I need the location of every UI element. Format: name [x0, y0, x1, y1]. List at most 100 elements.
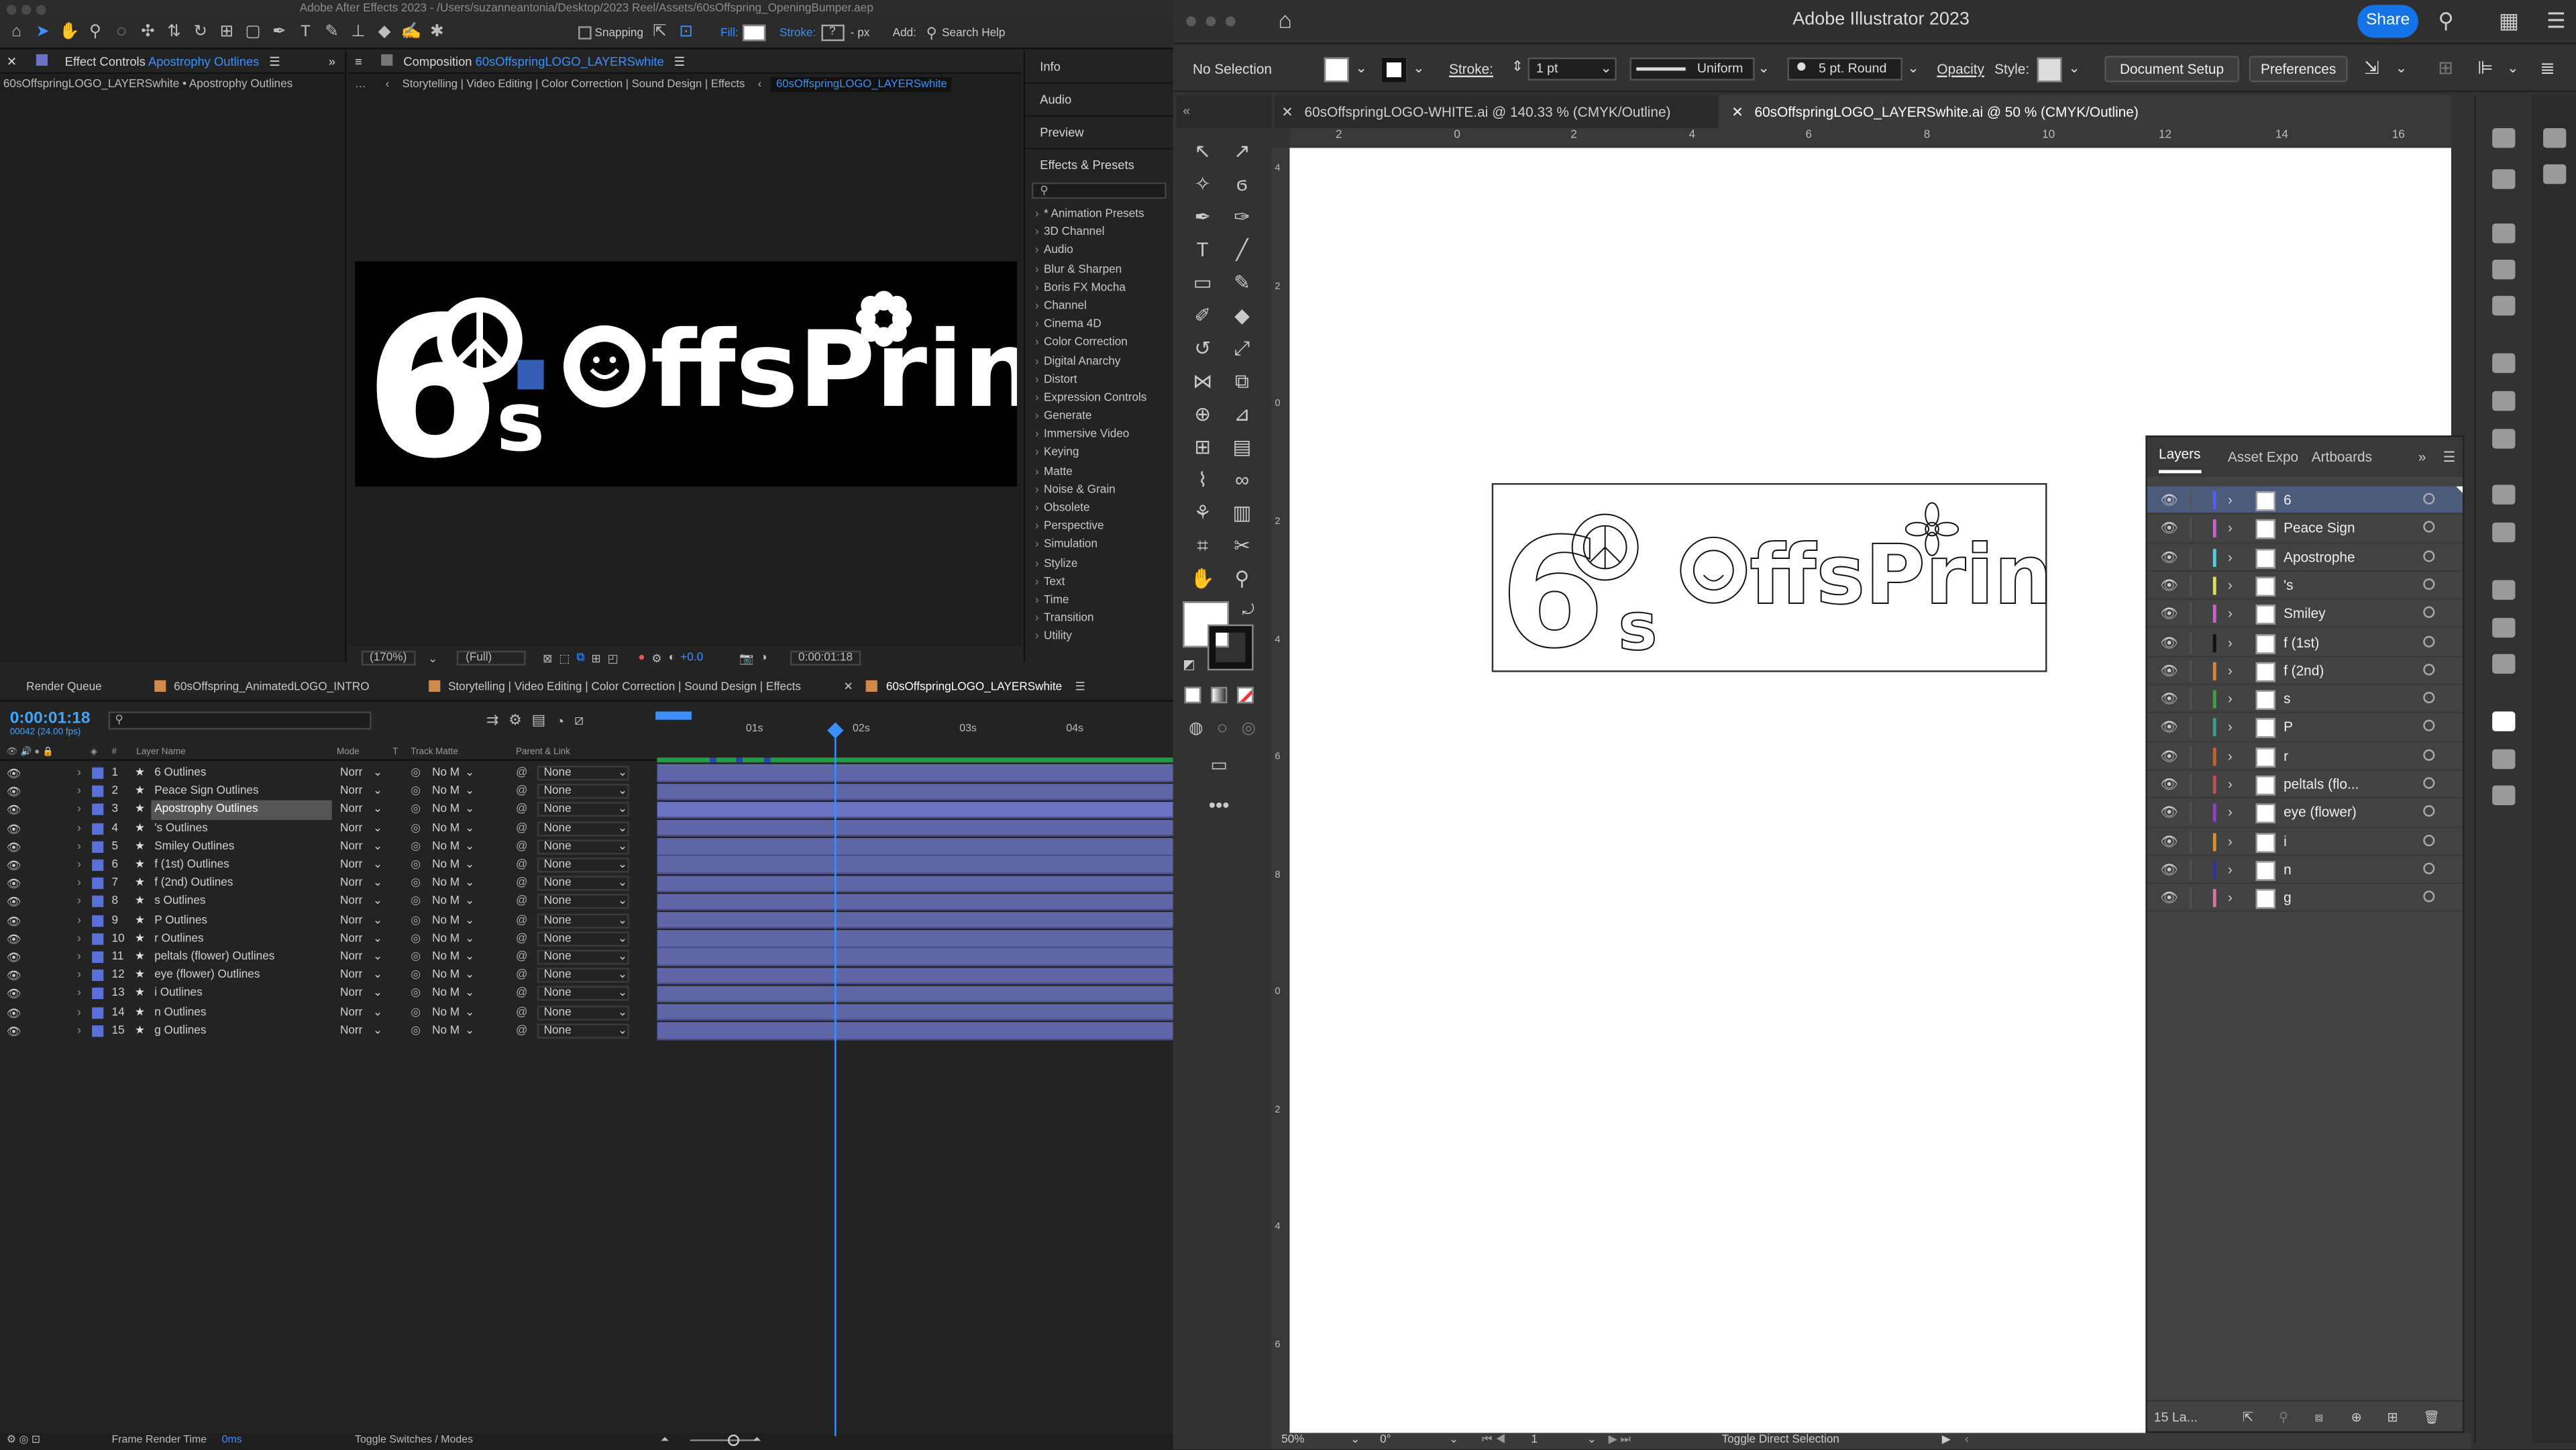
- blend-mode-select[interactable]: Norr: [340, 1003, 362, 1021]
- ai-layer-row[interactable]: 👁 › i: [2147, 827, 2463, 856]
- parent-select[interactable]: None: [537, 876, 629, 891]
- label-color-chip[interactable]: [92, 804, 104, 816]
- make-clipping-mask-icon[interactable]: ⧈: [2315, 1402, 2323, 1435]
- status-icons[interactable]: ⚙ ◎ ⊡: [7, 1433, 40, 1449]
- effect-category[interactable]: › Distort: [1025, 371, 1173, 389]
- home-icon[interactable]: ⌂: [7, 23, 26, 42]
- ai-zoom-dot[interactable]: [1225, 16, 1236, 27]
- layer-name[interactable]: 6 Outlines: [151, 764, 209, 782]
- ai-layer-row[interactable]: 👁 › f (2nd): [2147, 657, 2463, 686]
- timeline-search-input[interactable]: ⚲: [108, 711, 372, 730]
- parent-dropdown-icon[interactable]: ⌄: [618, 1022, 627, 1040]
- arrange-documents-icon[interactable]: ☰: [2546, 8, 2566, 34]
- comp-panel-menu-icon[interactable]: ≡: [355, 54, 362, 69]
- symbols-icon[interactable]: [2492, 295, 2516, 316]
- preserve-transparency-icon[interactable]: ◎: [411, 1022, 421, 1040]
- paintbrush-tool-icon[interactable]: ✎: [1229, 270, 1255, 296]
- target-circle-icon[interactable]: [2423, 550, 2435, 562]
- panel-effects-presets[interactable]: Effects & Presets: [1025, 150, 1173, 183]
- effect-category[interactable]: › Obsolete: [1025, 499, 1173, 517]
- chevron-right-icon[interactable]: ›: [2228, 884, 2233, 913]
- layer-name[interactable]: n Outlines: [151, 1003, 209, 1021]
- chevron-right-icon[interactable]: ›: [2228, 629, 2233, 657]
- pickwhip-icon[interactable]: @: [516, 764, 527, 782]
- ai-layer-row[interactable]: 👁 › Peace Sign: [2147, 515, 2463, 543]
- layer-name[interactable]: Peace Sign Outlines: [151, 782, 262, 800]
- effect-category[interactable]: › Color Correction: [1025, 334, 1173, 352]
- dropdown-icon[interactable]: ⌄: [428, 652, 437, 664]
- parent-dropdown-icon[interactable]: ⌄: [618, 801, 627, 819]
- lock-column[interactable]: [2190, 717, 2192, 739]
- track-dropdown-icon[interactable]: ⌄: [465, 764, 474, 782]
- visibility-eye-icon[interactable]: 👁: [2160, 685, 2178, 713]
- layer-name[interactable]: 's Outlines: [151, 819, 211, 837]
- layer-duration-bar[interactable]: [657, 783, 1173, 800]
- eraser-tool-icon[interactable]: ◆: [374, 23, 394, 42]
- parent-select[interactable]: None: [537, 784, 629, 799]
- collect-export-icon[interactable]: ⇱: [2243, 1402, 2253, 1435]
- ai-layer-name[interactable]: P: [2284, 714, 2293, 742]
- effect-category[interactable]: › Time: [1025, 591, 1173, 609]
- chevron-right-icon[interactable]: ›: [2228, 600, 2233, 628]
- pickwhip-icon[interactable]: @: [516, 801, 527, 819]
- current-timecode[interactable]: 0:00:01:18: [10, 710, 91, 728]
- magnification-select[interactable]: (170%): [361, 650, 415, 666]
- target-circle-icon[interactable]: [2423, 692, 2435, 704]
- track-matte-select[interactable]: No M: [432, 801, 460, 819]
- layers-icon[interactable]: [2492, 711, 2516, 731]
- transparency-icon[interactable]: [2492, 429, 2516, 449]
- zoom-tool-icon[interactable]: ⚲: [1229, 565, 1255, 591]
- label-color-chip[interactable]: [92, 1006, 104, 1019]
- blend-mode-select[interactable]: Norr: [340, 985, 362, 1003]
- share-button[interactable]: Share: [2357, 5, 2418, 38]
- lasso-tool-icon[interactable]: ϭ: [1229, 171, 1255, 197]
- pathfinder-icon[interactable]: [2492, 654, 2516, 674]
- add-label[interactable]: Add:: [893, 27, 916, 38]
- layer-name[interactable]: f (2nd) Outlines: [151, 874, 236, 892]
- track-matte-select[interactable]: No M: [432, 764, 460, 782]
- zoom-dot[interactable]: [36, 5, 46, 15]
- selection-tool-icon[interactable]: ➤: [33, 23, 52, 42]
- track-dropdown-icon[interactable]: ⌄: [465, 874, 474, 892]
- scale-tool-icon[interactable]: ⤢: [1229, 335, 1255, 362]
- parent-dropdown-icon[interactable]: ⌄: [618, 985, 627, 1003]
- effect-category[interactable]: › Cinema 4D: [1025, 316, 1173, 334]
- track-dropdown-icon[interactable]: ⌄: [465, 930, 474, 948]
- mode-dropdown-icon[interactable]: ⌄: [373, 782, 382, 800]
- tab-logo-layers-white[interactable]: 60sOffspringLOGO_LAYERSwhite: [886, 682, 1062, 693]
- timeline-layer-row[interactable]: 👁 › 7 ★ f (2nd) Outlines Norr ⌄ ◎ No M ⌄ @ None ⌄: [0, 874, 655, 892]
- preserve-transparency-icon[interactable]: ◎: [411, 856, 421, 874]
- parent-select[interactable]: None: [537, 968, 629, 983]
- ai-layer-name[interactable]: n: [2284, 856, 2292, 884]
- parent-dropdown-icon[interactable]: ⌄: [618, 782, 627, 800]
- timeline-layer-row[interactable]: 👁 › 9 ★ P Outlines Norr ⌄ ◎ No M ⌄ @ None ⌄: [0, 911, 655, 929]
- layer-name[interactable]: P Outlines: [151, 911, 211, 929]
- close-icon[interactable]: ✕: [7, 54, 17, 69]
- snapshot-icon[interactable]: 📷: [739, 652, 753, 664]
- mode-dropdown-icon[interactable]: ⌄: [373, 893, 382, 911]
- perspective-grid-tool-icon[interactable]: ⊿: [1229, 401, 1255, 427]
- chevron-right-icon[interactable]: ›: [2228, 771, 2233, 799]
- visibility-eye-icon[interactable]: 👁: [2160, 799, 2178, 827]
- eye-icon[interactable]: 👁: [7, 913, 21, 931]
- expand-panels-icon[interactable]: »: [329, 51, 335, 74]
- blend-mode-select[interactable]: Norr: [340, 782, 362, 800]
- timeline-layer-row[interactable]: 👁 › 15 ★ g Outlines Norr ⌄ ◎ No M ⌄ @ None ⌄: [0, 1022, 655, 1040]
- parent-select[interactable]: None: [537, 986, 629, 1002]
- pickwhip-icon[interactable]: @: [516, 911, 527, 929]
- libraries-panel-icon[interactable]: [2543, 164, 2567, 185]
- track-dropdown-icon[interactable]: ⌄: [465, 893, 474, 911]
- layer-name[interactable]: i Outlines: [151, 985, 205, 1003]
- channel-icon[interactable]: ◰: [608, 652, 619, 664]
- tab-storytelling[interactable]: Storytelling | Video Editing | Color Cor…: [448, 682, 801, 693]
- visibility-eye-icon[interactable]: 👁: [2160, 856, 2178, 884]
- panel-info[interactable]: Info: [1025, 51, 1173, 84]
- toolbar-collapse[interactable]: «: [1176, 95, 1272, 129]
- target-circle-icon[interactable]: [2423, 805, 2435, 817]
- visibility-eye-icon[interactable]: 👁: [2160, 486, 2178, 515]
- parent-dropdown-icon[interactable]: ⌄: [618, 1003, 627, 1021]
- ai-layer-name[interactable]: r: [2284, 742, 2288, 770]
- mode-dropdown-icon[interactable]: ⌄: [373, 837, 382, 856]
- parent-select[interactable]: None: [537, 894, 629, 910]
- swatches-icon[interactable]: [2492, 223, 2516, 244]
